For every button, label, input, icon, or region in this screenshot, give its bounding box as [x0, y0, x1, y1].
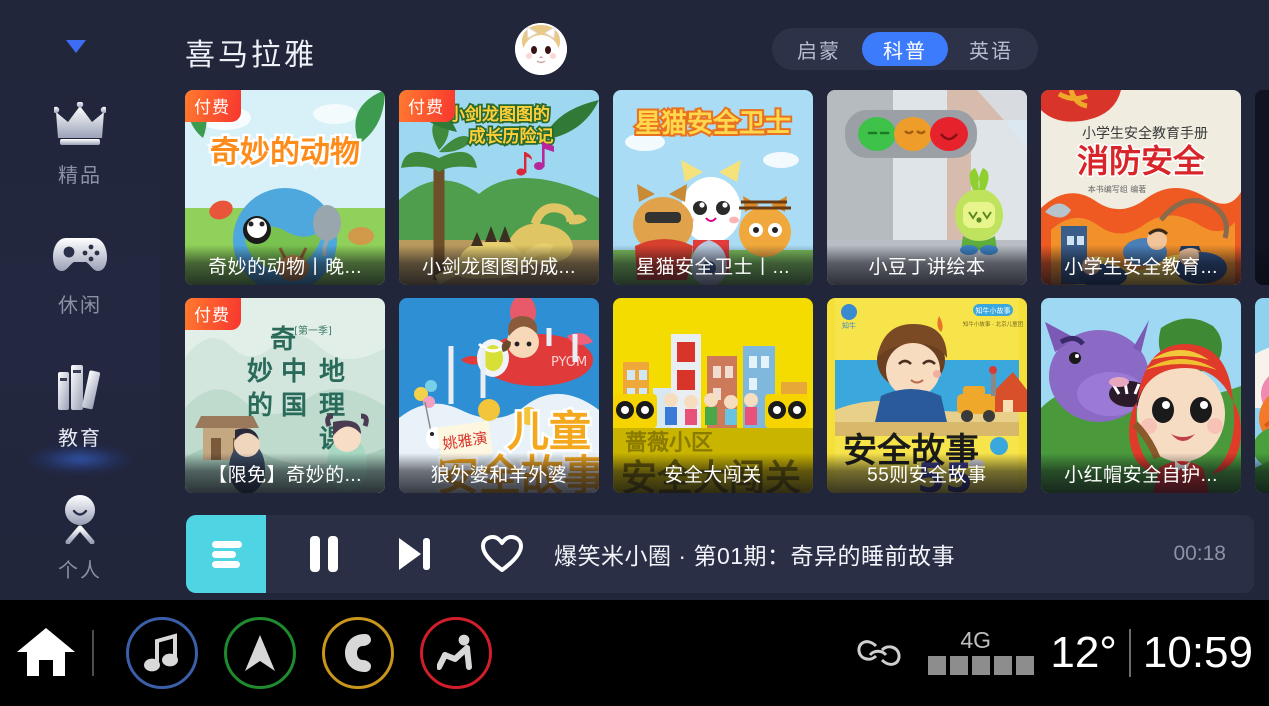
svg-text:知牛小故事: 知牛小故事	[976, 306, 1011, 315]
card-item[interactable]: 小学生安全教育手册 消防安全 本书编写组 编著 小学生安全教育...	[1041, 90, 1241, 285]
system-bar-right: 4G 12° 10:59	[856, 600, 1269, 706]
system-bar: 4G 12° 10:59	[0, 600, 1269, 706]
card-title: 【限免】奇妙的...	[185, 453, 385, 493]
card-title: 小豆丁讲绘本	[827, 245, 1027, 285]
svg-text:奇: 奇	[270, 325, 296, 355]
elapsed-time: 00:18	[1173, 542, 1226, 565]
card-item[interactable]: PYOM 儿童 安全故事	[399, 298, 599, 493]
card-item[interactable]: 奇 妙 中 地 的 国 理 课 [第一季] 付费 【限免】奇妙的...	[185, 298, 385, 493]
card-item[interactable]: 星猫安全卫士 星猫安全卫士丨...	[613, 90, 813, 285]
system-bar-left	[0, 600, 492, 706]
svg-text:PYOM: PYOM	[551, 355, 587, 370]
divider	[1128, 629, 1131, 677]
svg-text:儿童: 儿童	[507, 407, 591, 456]
tab-科普[interactable]: 科普	[862, 32, 948, 66]
crown-icon	[54, 95, 106, 153]
tab-启蒙[interactable]: 启蒙	[776, 32, 862, 66]
card-item[interactable]	[1255, 90, 1269, 285]
avatar[interactable]	[515, 23, 567, 75]
heart-icon[interactable]	[470, 515, 534, 593]
sidebar-item-个人[interactable]: 个人	[0, 490, 160, 600]
svg-text:地: 地	[319, 357, 345, 387]
card-title: 55则安全故事	[827, 453, 1027, 493]
seat-icon[interactable]	[420, 617, 492, 689]
header: 喜马拉雅 启蒙 科普 英语	[160, 0, 1269, 90]
card-item[interactable]: 知牛 知牛小故事 知牛小故事 · 北京儿童团 安全故事 55则安全故事	[827, 298, 1027, 493]
card-item[interactable]: 小剑龙图图的 成长历险记 付费 小剑龙图图的成...	[399, 90, 599, 285]
clock: 10:59	[1142, 628, 1253, 677]
chevron-down-icon[interactable]	[66, 40, 86, 53]
now-playing-title: 爆笑米小圈 · 第01期：奇异的睡前故事	[554, 543, 956, 569]
books-icon	[56, 358, 104, 416]
app-title: 喜马拉雅	[185, 39, 317, 72]
card-item[interactable]: 小豆丁讲绘本	[827, 90, 1027, 285]
card-item[interactable]: 小红帽安全自护...	[1041, 298, 1241, 493]
card-item[interactable]	[1255, 298, 1269, 493]
svg-text:知牛: 知牛	[842, 321, 856, 330]
paid-badge: 付费	[399, 90, 455, 122]
phone-icon[interactable]	[322, 617, 394, 689]
temperature: 12°	[1050, 628, 1117, 677]
card-title	[1255, 245, 1269, 285]
signal-bars	[928, 656, 1035, 675]
link-icon[interactable]	[856, 636, 902, 670]
svg-text:知牛小故事 · 北京儿童团: 知牛小故事 · 北京儿童团	[963, 320, 1024, 328]
sidebar-item-label: 精品	[58, 165, 102, 187]
sidebar-item-教育[interactable]: 教育	[0, 358, 160, 474]
sidebar: 精品 休闲 教育 个人	[0, 0, 160, 600]
card-item[interactable]: 蔷薇小区 安全大闯关 安全大闯关	[613, 298, 813, 493]
card-title: 狼外婆和羊外婆	[399, 453, 599, 493]
pause-icon[interactable]	[292, 515, 356, 593]
player-bar: 爆笑米小圈 · 第01期：奇异的睡前故事 00:18	[186, 515, 1254, 593]
svg-text:[第一季]: [第一季]	[294, 324, 332, 337]
playlist-icon[interactable]	[186, 515, 266, 593]
svg-text:奇妙的动物: 奇妙的动物	[210, 135, 360, 170]
tab-英语[interactable]: 英语	[948, 32, 1034, 66]
next-track-icon[interactable]	[382, 515, 446, 593]
card-item[interactable]: 奇妙的动物 付费 奇妙的动物丨晚...	[185, 90, 385, 285]
divider	[92, 630, 94, 676]
content-grid: 奇妙的动物 付费 奇妙的动物丨晚... 小剑龙图图的 成长历险记 付费 小剑龙图…	[160, 90, 1269, 505]
paid-badge: 付费	[185, 90, 241, 122]
active-glow	[26, 444, 134, 474]
app-window: 精品 休闲 教育 个人 喜马拉雅 启蒙 科普 英语 奇妙的动物 付费 奇妙的动物…	[0, 0, 1269, 600]
card-title: 小学生安全教育...	[1041, 245, 1241, 285]
svg-text:小学生安全教育手册: 小学生安全教育手册	[1082, 125, 1208, 142]
card-title: 小红帽安全自护...	[1041, 453, 1241, 493]
gamepad-icon	[52, 225, 108, 283]
card-title	[1255, 453, 1269, 493]
sidebar-item-精品[interactable]: 精品	[0, 95, 160, 205]
svg-text:妙: 妙	[247, 357, 273, 387]
person-icon	[57, 490, 103, 548]
home-icon[interactable]	[0, 626, 92, 680]
svg-text:国: 国	[281, 391, 307, 421]
svg-text:成长历险记: 成长历险记	[469, 126, 554, 147]
card-title: 奇妙的动物丨晚...	[185, 245, 385, 285]
music-note-icon[interactable]	[126, 617, 198, 689]
card-title: 安全大闯关	[613, 453, 813, 493]
sidebar-item-休闲[interactable]: 休闲	[0, 225, 160, 335]
svg-text:本书编写组 编著: 本书编写组 编著	[1088, 184, 1147, 194]
network-type: 4G	[960, 627, 992, 653]
paid-badge: 付费	[185, 298, 241, 330]
navigation-icon[interactable]	[224, 617, 296, 689]
category-tabs: 启蒙 科普 英语	[772, 28, 1038, 70]
sidebar-item-label: 休闲	[58, 295, 102, 317]
sidebar-item-label: 个人	[58, 560, 102, 582]
svg-text:中: 中	[281, 357, 307, 387]
svg-text:小剑龙图图的: 小剑龙图图的	[448, 104, 550, 125]
card-title: 星猫安全卫士丨...	[613, 245, 813, 285]
svg-text:消防安全: 消防安全	[1077, 142, 1206, 180]
signal-indicator: 4G	[928, 625, 1035, 681]
card-title: 小剑龙图图的成...	[399, 245, 599, 285]
svg-text:星猫安全卫士: 星猫安全卫士	[635, 108, 791, 139]
